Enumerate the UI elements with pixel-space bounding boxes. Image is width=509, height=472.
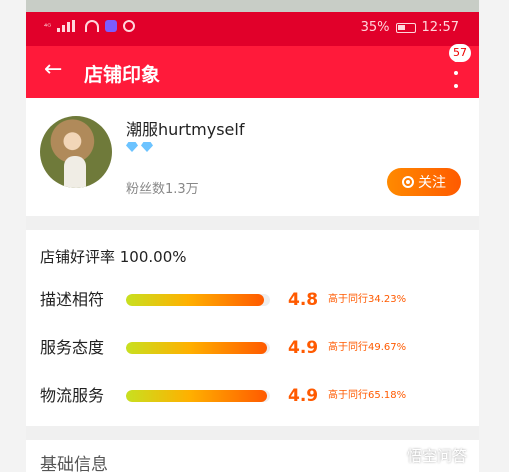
outer-frame-left xyxy=(0,0,26,472)
rating-label: 服务态度 xyxy=(40,338,105,357)
shop-name: 潮服hurtmyself xyxy=(126,120,245,139)
more-menu-icon[interactable] xyxy=(451,58,461,88)
status-left-icons: ⁴ᴳ xyxy=(44,20,136,32)
rating-bar xyxy=(126,294,270,306)
follow-label: 关注 xyxy=(418,175,446,191)
rating-row-logistics: 物流服务 4.9 高于同行65.18% xyxy=(40,384,470,408)
rating-score: 4.9 xyxy=(288,338,319,358)
shop-level-diamonds xyxy=(126,142,153,152)
positive-rate: 店铺好评率 100.00% xyxy=(40,248,187,266)
rating-compare: 高于同行65.18% xyxy=(328,390,407,401)
basic-info-title: 基础信息 xyxy=(40,455,108,472)
rating-bar-fill xyxy=(126,294,265,306)
rating-score: 4.8 xyxy=(288,290,319,310)
clock: 12:57 xyxy=(421,20,459,35)
rating-bar-fill xyxy=(126,342,268,354)
broadcast-icon xyxy=(402,176,414,188)
rating-row-description: 描述相符 4.8 高于同行34.23% xyxy=(40,288,470,312)
signal-icon xyxy=(57,20,79,32)
status-bar: ⁴ᴳ 35% 12:57 xyxy=(26,12,479,46)
wifi-icon xyxy=(85,20,100,32)
rating-compare: 高于同行49.67% xyxy=(328,342,407,353)
watermark: 悟空问答 xyxy=(384,445,467,466)
follow-button[interactable]: 关注 xyxy=(387,168,461,196)
phone-screen: ⁴ᴳ 35% 12:57 ← 店铺印象 57 潮服hurtmyself 粉丝数1… xyxy=(26,12,479,472)
rating-score: 4.9 xyxy=(288,386,319,406)
rating-row-service: 服务态度 4.9 高于同行49.67% xyxy=(40,336,470,360)
back-arrow-icon[interactable]: ← xyxy=(44,58,62,82)
outer-frame-top xyxy=(0,0,509,12)
battery-percent: 35% xyxy=(360,20,390,35)
rating-bar xyxy=(126,342,270,354)
page-title: 店铺印象 xyxy=(84,64,161,86)
status-right: 35% 12:57 xyxy=(361,20,459,35)
rating-bar xyxy=(126,390,270,402)
rating-compare: 高于同行34.23% xyxy=(328,294,407,305)
rating-bar-fill xyxy=(126,390,268,402)
shop-avatar[interactable] xyxy=(40,116,112,188)
shop-profile-card: 潮服hurtmyself 粉丝数1.3万 关注 xyxy=(26,98,479,216)
diamond-icon xyxy=(141,142,153,152)
battery-icon xyxy=(395,22,416,33)
rating-label: 描述相符 xyxy=(40,290,105,309)
settings-notification-icon xyxy=(123,20,136,32)
network-type-label: ⁴ᴳ xyxy=(44,21,52,31)
wukong-logo-icon xyxy=(384,446,403,465)
outer-frame-right xyxy=(479,0,509,472)
rating-label: 物流服务 xyxy=(40,386,105,405)
watermark-text: 悟空问答 xyxy=(406,447,467,465)
fans-count: 粉丝数1.3万 xyxy=(126,182,199,197)
shop-ratings-card: 店铺好评率 100.00% 描述相符 4.8 高于同行34.23% 服务态度 4… xyxy=(26,230,479,426)
app-bar: ← 店铺印象 57 xyxy=(26,44,479,98)
app-notification-icon xyxy=(105,20,118,32)
message-count-badge: 57 xyxy=(449,44,471,62)
diamond-icon xyxy=(126,142,138,152)
